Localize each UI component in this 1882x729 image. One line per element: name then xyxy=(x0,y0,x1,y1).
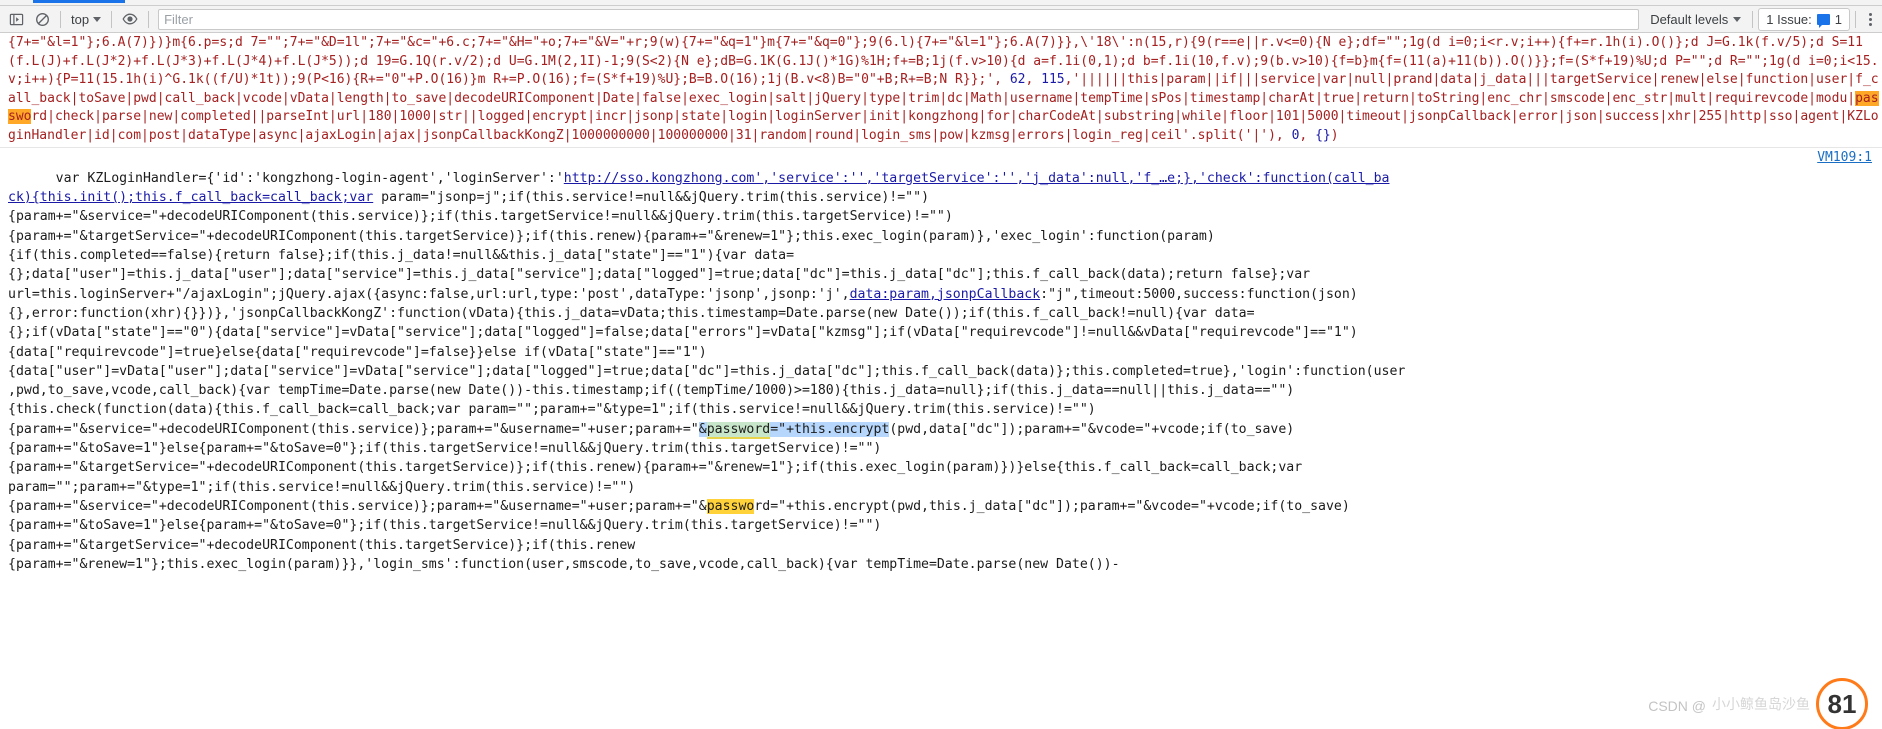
log-levels-label: Default levels xyxy=(1650,11,1729,27)
console-message-source[interactable]: VM109:1 var KZLoginHandler={'id':'kongzho… xyxy=(0,148,1882,577)
code-line: {param+="&toSave=1"}else{param+="&toSave… xyxy=(8,441,882,457)
issue-speech-bubble-icon xyxy=(1816,13,1830,28)
code-line: param="jsonp=j";if(this.service!=null&&j… xyxy=(373,190,930,206)
log-levels-selector[interactable]: Default levels xyxy=(1644,9,1747,30)
login-server-url-link[interactable]: http://sso.kongzhong.com','service':'','… xyxy=(564,171,1390,186)
more-options-icon[interactable] xyxy=(1861,8,1879,30)
separator: , xyxy=(1025,72,1042,88)
devtools-console-panel: top Default levels 1 Issue: 1 xyxy=(0,0,1882,729)
callback-link[interactable]: ck){this.init();this.f_call_back=call_ba… xyxy=(8,190,373,205)
code-line: {param+="&toSave=1"}else{param+="&toSave… xyxy=(8,518,882,534)
chevron-down-icon xyxy=(1733,16,1742,22)
sidebar-toggle-icon[interactable] xyxy=(3,7,29,31)
separator: , xyxy=(1299,127,1316,143)
code-line: {};data["user"]=this.j_data["user"];data… xyxy=(8,267,1311,283)
toolbar-divider-5 xyxy=(1855,10,1856,28)
watermark: CSDN @ 小小鲸鱼岛沙鱼 81 xyxy=(1648,678,1868,729)
number-literal: 115 xyxy=(1041,72,1065,88)
code-line: :"j",timeout:5000,success:function(json) xyxy=(1040,286,1358,302)
separator: ) xyxy=(1330,127,1339,143)
source-location-link[interactable]: VM109:1 xyxy=(1817,149,1872,168)
toolbar-divider-4 xyxy=(1752,10,1754,28)
code-line: {param+="&targetService="+decodeURICompo… xyxy=(8,537,636,553)
console-message-minified[interactable]: {7+="&l=1"};6.A(7)})}m{6.p=s;d 7="";7+="… xyxy=(0,33,1882,148)
number-literal: 62 xyxy=(1009,72,1026,88)
code-line: {param+="&renew=1"};this.exec_login(para… xyxy=(8,556,1120,572)
code-line: {},error:function(xhr){}})},'jsonpCallba… xyxy=(8,305,1255,321)
code-line: {data["user"]=vData["user"];data["servic… xyxy=(8,363,1406,379)
dot xyxy=(1868,17,1872,21)
code-line: {param+="&service="+decodeURIComponent(t… xyxy=(8,209,953,225)
watermark-text: CSDN @ xyxy=(1648,698,1706,714)
code-line: rd|check| xyxy=(31,109,102,125)
search-match-highlight: passwo xyxy=(706,498,755,514)
selection-highlight: ="+this.encrypt xyxy=(770,421,890,437)
jsonp-callback-link[interactable]: data:param,jsonpCallback xyxy=(850,287,1041,302)
watermark-badge: 81 xyxy=(1816,678,1868,729)
issues-count: 1 xyxy=(1834,11,1842,27)
console-toolbar: top Default levels 1 Issue: 1 xyxy=(0,6,1882,33)
execution-context-label: top xyxy=(71,11,90,27)
eye-icon[interactable] xyxy=(117,7,143,31)
object-literal: {} xyxy=(1315,127,1331,143)
code-line: {param+="&targetService="+decodeURICompo… xyxy=(8,460,1303,476)
devtools-tabstrip xyxy=(0,0,1882,6)
console-message-list[interactable]: {7+="&l=1"};6.A(7)})}m{6.p=s;d 7="";7+="… xyxy=(0,33,1882,729)
code-line: rd="+this.encrypt(pwd,this.j_data["dc"])… xyxy=(754,498,1350,514)
code-line: {param+="&targetService="+decodeURICompo… xyxy=(8,228,1215,244)
selection-highlight: & xyxy=(698,421,707,437)
toolbar-divider-1 xyxy=(60,10,61,28)
code-line: {P=11(15.1h(i)^G.1k((f/U)*1t));9(P<16){R… xyxy=(54,72,1010,88)
code-line: {if(this.completed==false){return false}… xyxy=(8,248,795,264)
code-line: param="";param+="&type=1";if(this.servic… xyxy=(8,479,636,495)
code-line: {data["requirevcode"]=true}else{data["re… xyxy=(8,344,707,360)
code-line: url=this.loginServer+"/ajaxLogin";jQuery… xyxy=(8,286,850,302)
code-line: {param+="&service="+decodeURIComponent(t… xyxy=(8,421,699,437)
active-tab-indicator xyxy=(33,0,125,3)
code-line: {this.check(function(data){this.f_call_b… xyxy=(8,402,1096,418)
clear-console-icon[interactable] xyxy=(29,7,55,31)
chevron-down-icon xyxy=(93,16,102,22)
execution-context-selector[interactable]: top xyxy=(66,9,106,30)
issues-badge-button[interactable]: 1 Issue: 1 xyxy=(1758,7,1850,31)
toolbar-divider-2 xyxy=(111,10,113,28)
code-line: parse|new|completed||parseInt|url|180|10… xyxy=(101,109,1488,125)
code-line: g|errors|login_reg|ceil'.split('|'), xyxy=(1002,127,1292,143)
code-line: {7+="&l=1"};6.A(7)})}m{6.p=s;d 7="";7+="… xyxy=(8,35,1370,50)
code-line: var KZLoginHandler={'id':'kongzhong-logi… xyxy=(55,170,564,186)
filter-input[interactable] xyxy=(158,8,1640,30)
issues-label: 1 Issue: xyxy=(1766,11,1812,27)
code-line: t|Date|false|exec_login|salt|jQuery|type… xyxy=(587,90,1856,106)
code-line: (pwd,data["dc"]);param+="&vcode="+vcode;… xyxy=(889,421,1295,437)
dot xyxy=(1868,22,1872,26)
code-line: {};if(vData["state"]=="0"){data["service… xyxy=(8,325,1358,341)
code-line: ,pwd,to_save,vcode,call_back){var tempTi… xyxy=(8,383,1295,399)
dot xyxy=(1868,12,1872,16)
active-search-match: password xyxy=(706,421,771,439)
toolbar-divider-3 xyxy=(148,10,150,28)
code-line: {param+="&service="+decodeURIComponent(t… xyxy=(8,498,707,514)
watermark-author: 小小鲸鱼岛沙鱼 xyxy=(1712,696,1810,712)
